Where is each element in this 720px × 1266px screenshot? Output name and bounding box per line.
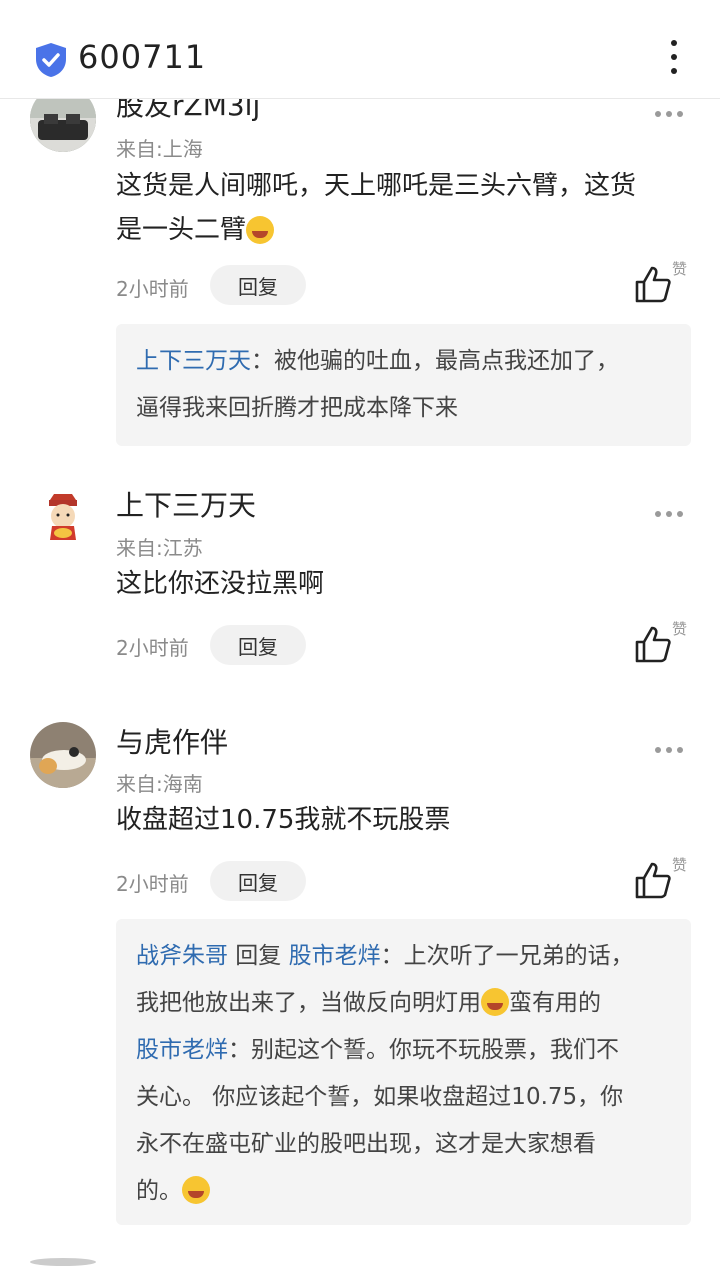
comment-text-fragment: 是一头二臂 xyxy=(116,215,247,245)
comment-text-line: 是一头二臂 xyxy=(116,208,696,252)
like-label: 赞 xyxy=(672,856,688,874)
comment-text-line: 这货是人间哪吒，天上哪吒是三头六臂，这货 xyxy=(116,171,637,201)
verified-shield-icon xyxy=(36,43,66,77)
reply-text: 我把他放出来了，当做反向明灯用 xyxy=(136,990,481,1016)
more-options-icon[interactable] xyxy=(664,40,684,80)
avatar[interactable] xyxy=(30,1258,96,1266)
like-label: 赞 xyxy=(672,620,688,638)
stock-code-title: 600711 xyxy=(78,38,207,76)
username[interactable]: 与虎作伴 xyxy=(116,721,228,761)
thumbs-up-icon xyxy=(635,266,671,303)
timestamp: 2小时前 xyxy=(116,636,189,660)
thumbs-up-icon xyxy=(635,862,671,899)
reply-line: 逼得我来回折腾才把成本降下来 xyxy=(136,395,458,421)
like-label: 赞 xyxy=(672,260,688,278)
more-dots-icon[interactable] xyxy=(655,502,691,517)
reply-text: 蛮有用的 xyxy=(509,990,601,1016)
reply-text: 的。 xyxy=(136,1178,182,1204)
reply-line: 的。 xyxy=(136,1168,676,1215)
reply-list: 战斧朱哥 回复 股市老烊：上次听了一兄弟的话， 我把他放出来了，当做反向明灯用蛮… xyxy=(116,919,691,1225)
timestamp: 2小时前 xyxy=(116,872,189,896)
like-button[interactable]: 赞 xyxy=(634,260,694,308)
reply-line: 我把他放出来了，当做反向明灯用 蛮有用的 xyxy=(136,980,676,1027)
reply-username[interactable]: 上下三万天 xyxy=(136,348,251,374)
reply-line: 上下三万天：被他骗的吐血，最高点我还加了， xyxy=(136,338,676,385)
reply-text: ：上次听了一兄弟的话， xyxy=(380,943,634,969)
reply-text: ：别起这个誓。你玩不玩股票，我们不 xyxy=(228,1037,619,1063)
top-bar: 600711 xyxy=(0,0,720,99)
reply-target-username[interactable]: 股市老烊 xyxy=(289,943,381,969)
reply-line: 股市老烊：别起这个誓。你玩不玩股票，我们不 xyxy=(136,1027,676,1074)
reply-username[interactable]: 战斧朱哥 xyxy=(136,943,228,969)
username[interactable]: 上下三万天 xyxy=(116,484,256,524)
location: 来自:上海 xyxy=(116,137,203,161)
thumbs-up-icon xyxy=(635,626,671,663)
avatar[interactable] xyxy=(30,486,96,552)
reply-username[interactable]: 股市老烊 xyxy=(136,1037,228,1063)
crying-laughing-emoji-icon xyxy=(481,988,509,1016)
more-dots-icon[interactable] xyxy=(655,738,691,753)
shy-face-emoji-icon xyxy=(182,1176,210,1204)
reply-list: 上下三万天：被他骗的吐血，最高点我还加了， 逼得我来回折腾才把成本降下来 xyxy=(116,324,691,446)
reply-button[interactable]: 回复 xyxy=(210,861,306,901)
avatar-image xyxy=(30,722,96,788)
laughing-emoji-icon xyxy=(246,216,275,244)
timestamp: 2小时前 xyxy=(116,277,189,301)
comment-text: 这比你还没拉黑啊 xyxy=(116,569,325,599)
more-dots-icon[interactable] xyxy=(655,102,691,117)
reply-line: 关心。 你应该起个誓，如果收盘超过10.75，你 xyxy=(136,1084,624,1110)
like-button[interactable]: 赞 xyxy=(634,620,694,668)
avatar-image xyxy=(30,486,96,552)
reply-button[interactable]: 回复 xyxy=(210,625,306,665)
reply-text: ：被他骗的吐血，最高点我还加了， xyxy=(251,348,619,374)
location: 来自:江苏 xyxy=(116,536,203,560)
reply-connector: 回复 xyxy=(228,943,289,969)
comment-text: 这货是人间哪吒，天上哪吒是三头六臂，这货 是一头二臂 xyxy=(116,164,696,252)
reply-button[interactable]: 回复 xyxy=(210,265,306,305)
like-button[interactable]: 赞 xyxy=(634,856,694,904)
avatar[interactable] xyxy=(30,722,96,788)
location: 来自:海南 xyxy=(116,772,203,796)
reply-line: 永不在盛屯矿业的股吧出现，这才是大家想看 xyxy=(136,1131,596,1157)
reply-line: 战斧朱哥 回复 股市老烊：上次听了一兄弟的话， xyxy=(136,933,676,980)
comment-text: 收盘超过10.75我就不玩股票 xyxy=(116,805,451,835)
